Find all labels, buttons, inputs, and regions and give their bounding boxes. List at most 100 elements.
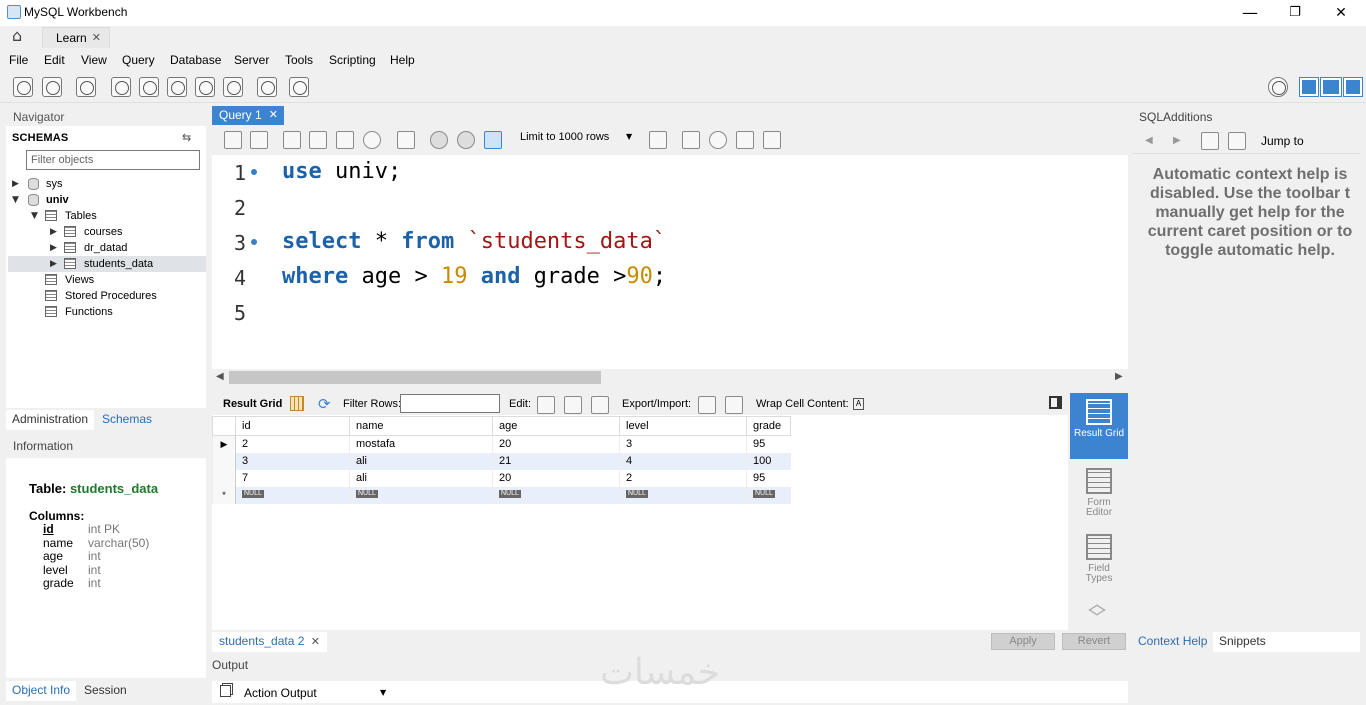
create-table-icon[interactable]: [139, 77, 159, 97]
collapse-arrow-icon[interactable]: ▼: [12, 192, 19, 208]
reconnect-icon[interactable]: [289, 77, 309, 97]
open-sql-script-icon[interactable]: [42, 77, 62, 97]
stop-icon[interactable]: [363, 131, 381, 149]
tab-snippets[interactable]: Snippets: [1213, 632, 1360, 652]
apply-button[interactable]: Apply: [991, 633, 1055, 650]
preferences-gear-icon[interactable]: [1268, 77, 1288, 97]
create-schema-icon[interactable]: [111, 77, 131, 97]
cell-name[interactable]: ali: [349, 469, 493, 487]
column-header-age[interactable]: age: [492, 416, 620, 436]
table-row[interactable]: 3 ali 21 4 100: [212, 452, 791, 470]
close-icon[interactable]: ✕: [269, 108, 278, 121]
invisible-chars-icon[interactable]: [736, 131, 754, 149]
cell-id[interactable]: 7: [235, 469, 350, 487]
cell-level[interactable]: 3: [619, 435, 747, 453]
column-header-level[interactable]: level: [619, 416, 747, 436]
cell-age[interactable]: NULL: [492, 486, 620, 504]
table-row[interactable]: ▶ 2 mostafa 20 3 95: [212, 435, 791, 453]
grid-icon[interactable]: [290, 396, 304, 411]
cell-age[interactable]: 21: [492, 452, 620, 470]
back-arrow-icon[interactable]: ◀: [1145, 135, 1153, 146]
menu-file[interactable]: File: [9, 53, 28, 67]
expand-arrow-icon[interactable]: ▶: [50, 240, 57, 256]
open-file-icon[interactable]: [224, 131, 242, 149]
cell-id[interactable]: 3: [235, 452, 350, 470]
output-type-select[interactable]: Action Output: [244, 686, 317, 700]
edit-row-icon[interactable]: [537, 396, 555, 414]
import-icon[interactable]: [725, 396, 743, 414]
column-header-name[interactable]: name: [349, 416, 493, 436]
result-grid-button[interactable]: Result Grid: [1070, 393, 1128, 459]
filter-rows-input[interactable]: [400, 394, 500, 413]
cell-name[interactable]: ali: [349, 452, 493, 470]
cell-level[interactable]: 4: [619, 452, 747, 470]
close-icon[interactable]: ✕: [92, 31, 101, 44]
autocommit-icon[interactable]: [484, 131, 502, 149]
home-icon[interactable]: ⌂: [12, 28, 30, 44]
scroll-arrows-icon[interactable]: ︿ ﹀: [1088, 596, 1106, 628]
column-header-id[interactable]: id: [235, 416, 350, 436]
inspector-icon[interactable]: [76, 77, 96, 97]
wrap-cell-icon[interactable]: A: [853, 398, 864, 410]
new-sql-tab-icon[interactable]: [13, 77, 33, 97]
menu-query[interactable]: Query: [122, 53, 155, 67]
collapse-arrow-icon[interactable]: ▼: [31, 208, 38, 224]
expand-arrow-icon[interactable]: ▶: [50, 256, 57, 272]
menu-server[interactable]: Server: [234, 53, 269, 67]
tab-administration[interactable]: Administration: [6, 410, 95, 430]
menu-scripting[interactable]: Scripting: [329, 53, 376, 67]
expand-arrow-icon[interactable]: ▶: [12, 176, 19, 192]
minimize-button[interactable]: —: [1235, 2, 1265, 24]
tab-object-info[interactable]: Object Info: [6, 681, 77, 701]
commit-icon[interactable]: [430, 131, 448, 149]
create-function-icon[interactable]: [223, 77, 243, 97]
scroll-left-arrow-icon[interactable]: ◀: [216, 371, 224, 382]
refresh-icon[interactable]: ⇆: [182, 131, 191, 144]
code-line-4[interactable]: where age > 19 and grade >90;: [282, 264, 666, 289]
tab-students-data-2[interactable]: students_data 2 ✕: [212, 632, 327, 652]
menu-edit[interactable]: Edit: [44, 53, 65, 67]
tab-query-1[interactable]: Query 1 ✕: [212, 106, 284, 125]
cell-grade[interactable]: 95: [746, 469, 791, 487]
execute-lightning-icon[interactable]: [283, 131, 301, 149]
code-line-3[interactable]: select * from `students_data`: [282, 229, 666, 254]
field-types-button[interactable]: Field Types: [1070, 528, 1128, 590]
tab-context-help[interactable]: Context Help: [1132, 632, 1214, 652]
maximize-button[interactable]: ❐: [1280, 2, 1310, 24]
forward-arrow-icon[interactable]: ▶: [1173, 135, 1181, 146]
cell-id[interactable]: 2: [235, 435, 350, 453]
menu-tools[interactable]: Tools: [285, 53, 313, 67]
copy-output-icon[interactable]: [220, 685, 231, 697]
toggle-auto-help-icon[interactable]: [1201, 132, 1219, 150]
create-procedure-icon[interactable]: [195, 77, 215, 97]
column-header-grade[interactable]: grade: [746, 416, 791, 436]
create-view-icon[interactable]: [167, 77, 187, 97]
scroll-right-arrow-icon[interactable]: ▶: [1115, 371, 1123, 382]
connection-tab-learn[interactable]: Learn ✕: [42, 27, 110, 48]
save-icon[interactable]: [250, 131, 268, 149]
cell-id[interactable]: NULL: [235, 486, 350, 504]
scrollbar-thumb[interactable]: [229, 371, 601, 384]
cell-age[interactable]: 20: [492, 435, 620, 453]
beautify-icon[interactable]: [682, 131, 700, 149]
menu-database[interactable]: Database: [170, 53, 221, 67]
toggle-error-icon[interactable]: [397, 131, 415, 149]
tab-schemas[interactable]: Schemas: [96, 410, 159, 430]
filter-objects-input[interactable]: [26, 150, 200, 170]
cell-level[interactable]: NULL: [619, 486, 747, 504]
cell-name[interactable]: NULL: [349, 486, 493, 504]
close-icon[interactable]: ✕: [311, 636, 320, 648]
toggle-panel-icon[interactable]: [1049, 396, 1062, 409]
cell-grade[interactable]: 95: [746, 435, 791, 453]
refresh-icon[interactable]: ⟳: [318, 395, 331, 413]
manual-help-icon[interactable]: [1228, 132, 1246, 150]
search-table-data-icon[interactable]: [257, 77, 277, 97]
wrap-lines-icon[interactable]: [763, 131, 781, 149]
toggle-secondary-sidebar-icon[interactable]: [1343, 77, 1363, 97]
explain-icon[interactable]: [336, 131, 354, 149]
cell-name[interactable]: mostafa: [349, 435, 493, 453]
code-line-1[interactable]: use univ;: [282, 159, 401, 184]
new-row[interactable]: * NULL NULL NULL NULL NULL: [212, 486, 791, 504]
tab-session[interactable]: Session: [78, 681, 133, 701]
limit-rows-select[interactable]: Limit to 1000 rows: [520, 131, 609, 143]
